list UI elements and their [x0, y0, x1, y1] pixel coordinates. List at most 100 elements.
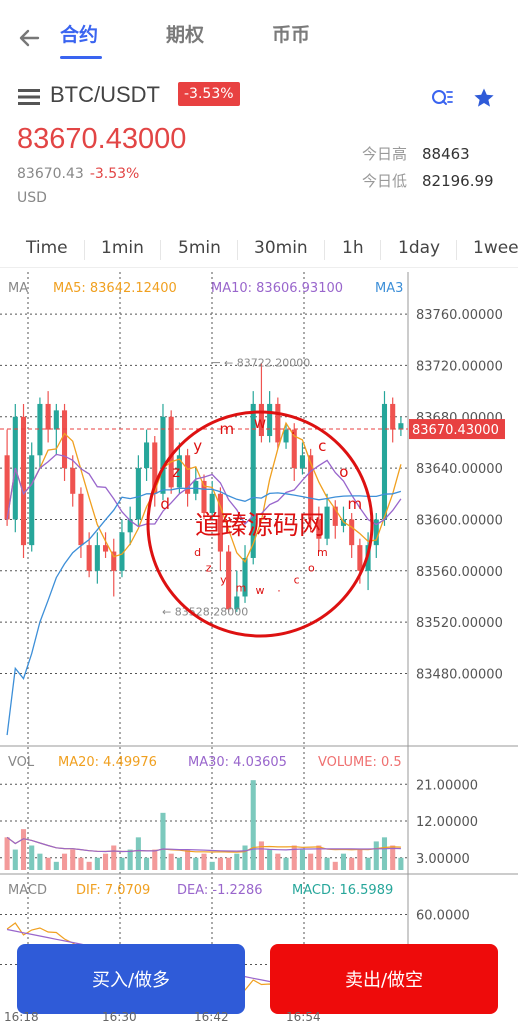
today-low-row: 今日低 82196.99	[362, 170, 494, 191]
macd-tick: 60.0000	[416, 909, 470, 924]
watermark-letter: w	[254, 414, 266, 432]
favorite-star-icon[interactable]	[472, 86, 496, 110]
watermark-letter: d	[160, 495, 170, 513]
interval-time[interactable]: Time	[26, 238, 68, 258]
volume-bar	[53, 861, 59, 870]
candle-body	[61, 410, 68, 469]
candle-body	[349, 519, 355, 546]
volume-bar	[381, 837, 388, 870]
ma-label: MA	[8, 281, 28, 296]
macd-value-label: MACD: 16.5989	[292, 883, 393, 898]
tab-contract[interactable]: 合约	[60, 20, 98, 47]
volume-bar	[152, 849, 158, 870]
volume-bar	[193, 857, 199, 870]
volume-bar	[349, 857, 355, 870]
buy-long-button[interactable]: 买入/做多	[17, 944, 245, 1014]
back-arrow-icon[interactable]	[16, 24, 44, 52]
interval-1min[interactable]: 1min	[101, 238, 144, 258]
watermark-letter: .	[291, 420, 296, 438]
watermark-letter: .	[277, 581, 281, 594]
volume-bar	[94, 857, 100, 870]
watermark-letter: m	[236, 581, 247, 594]
volume-bar	[299, 849, 305, 870]
candle-body	[20, 416, 27, 546]
volume-bar	[29, 845, 35, 870]
candle-body	[135, 468, 141, 520]
tab-spot[interactable]: 币币	[272, 20, 310, 47]
macd-label: MACD	[8, 883, 47, 898]
ma30-label: MA3	[375, 281, 403, 296]
volume-bar	[61, 853, 68, 870]
ma5-label: MA5: 83642.12400	[53, 281, 177, 296]
candles-layer	[4, 362, 404, 612]
price-tick: 83760.00000	[416, 308, 503, 323]
volume-bar	[234, 853, 240, 870]
today-high-row: 今日高 88463	[362, 143, 470, 164]
kline-chart[interactable]: ← 83722.20000 ← 83528.28000 83760.00000 83…	[0, 272, 518, 1012]
candle-body	[86, 545, 92, 571]
indicator-labels: MA MA5: 83642.12400 MA10: 83606.93100 MA…	[8, 281, 403, 898]
watermark-letter: c	[294, 574, 300, 587]
watermark-letter: m	[347, 495, 362, 513]
menu-icon[interactable]	[18, 88, 40, 106]
volume-bar	[168, 853, 174, 870]
interval-5min[interactable]: 5min	[178, 238, 221, 258]
interval-1h[interactable]: 1h	[342, 238, 364, 258]
time-tick: 16:54	[286, 1010, 321, 1024]
watermark-letter: c	[318, 437, 326, 455]
candle-body	[357, 545, 363, 571]
volume-bar	[365, 857, 371, 870]
vol-label: VOL	[8, 755, 35, 770]
volume-bar	[340, 853, 347, 870]
volume-bar	[226, 857, 232, 870]
candle-body	[144, 442, 150, 469]
candle-body	[193, 480, 199, 494]
watermark-letter: d	[194, 546, 201, 559]
volume-bar	[357, 849, 363, 870]
converted-price: 83670.43	[17, 166, 84, 182]
vol-ma30-label: MA30: 4.03605	[188, 755, 287, 770]
today-low-label: 今日低	[362, 172, 408, 190]
candle-body	[267, 403, 273, 437]
price-tick: 83640.00000	[416, 462, 503, 477]
volume-bar	[111, 845, 117, 870]
watermark-letter: z	[206, 562, 212, 575]
vol-tick: 21.00000	[416, 778, 478, 793]
watermark-letter: y	[220, 574, 227, 587]
volume-bar	[37, 853, 43, 870]
vol-ma20-label: MA20: 4.49976	[58, 755, 157, 770]
candle-body	[160, 416, 166, 494]
price-sub-line: 83670.43 -3.53%	[17, 166, 139, 182]
vol-tick: 12.00000	[416, 815, 478, 830]
volume-bar	[70, 849, 76, 870]
vol-ma30-line	[6, 836, 401, 853]
interval-1day[interactable]: 1day	[398, 238, 440, 258]
price-tick: 83520.00000	[416, 616, 503, 631]
volume-bar	[119, 857, 125, 870]
volume-bar	[217, 857, 223, 870]
pair-name[interactable]: BTC/USDT	[50, 82, 160, 108]
ma-lines-layer: ← 83722.20000 ← 83528.28000	[0, 357, 408, 736]
candle-body	[324, 506, 330, 539]
candle-body	[299, 455, 305, 469]
volume-bar	[267, 849, 273, 870]
today-high-value: 88463	[422, 145, 470, 163]
interval-1week[interactable]: 1week	[473, 238, 518, 258]
volume-bar	[176, 857, 182, 870]
search-list-icon[interactable]	[430, 86, 454, 110]
today-high-label: 今日高	[362, 145, 408, 163]
sell-short-button[interactable]: 卖出/做空	[270, 944, 498, 1014]
tab-options[interactable]: 期权	[166, 20, 204, 47]
volume-bar	[12, 849, 18, 870]
candle-body	[381, 403, 388, 520]
macd-dea-label: DEA: -1.2286	[177, 883, 263, 898]
watermark-stamp: 道臻源码网 dzym w .comdzym w .com	[146, 410, 374, 638]
price-tick: 83720.00000	[416, 359, 503, 374]
candle-body	[275, 403, 281, 443]
volume-label: VOLUME: 0.5	[318, 755, 402, 770]
candle-body	[45, 403, 51, 430]
interval-30min[interactable]: 30min	[254, 238, 308, 258]
volume-bar	[45, 857, 51, 870]
candle-body	[37, 403, 43, 456]
volume-bar	[86, 861, 92, 870]
